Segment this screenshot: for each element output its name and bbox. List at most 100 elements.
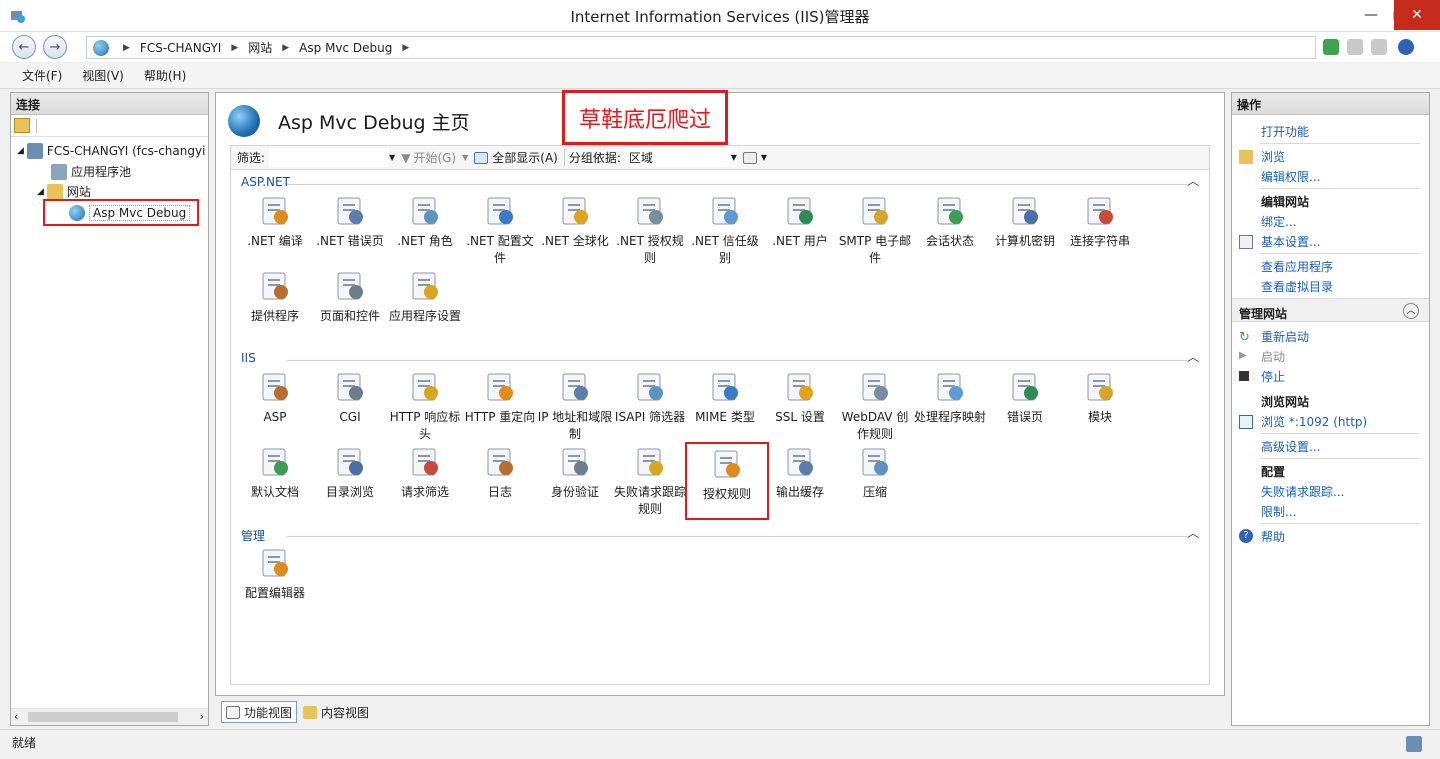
menu-help[interactable]: 帮助(H) [144,67,186,84]
action-restart[interactable]: 重新启动 [1261,328,1309,345]
action-bindings[interactable]: 绑定... [1261,213,1296,230]
tree-node-app-pools[interactable]: 应用程序池 [51,163,131,180]
breadcrumb-site[interactable]: Asp Mvc Debug [299,41,392,55]
feature-tile[interactable]: 输出缓存 [762,446,838,520]
feature-tile[interactable]: 压缩 [837,446,913,520]
collapse-icon[interactable]: ︿ [1403,303,1419,319]
feature-tile[interactable]: 处理程序映射 [912,371,988,445]
feature-tile[interactable]: 模块 [1062,371,1138,445]
new-connection-icon[interactable] [14,118,30,133]
feature-tile[interactable]: MIME 类型 [687,371,763,445]
action-help[interactable]: 帮助 [1261,528,1285,545]
home-icon[interactable] [1371,39,1387,55]
settings-icon [1239,235,1253,249]
feature-tile[interactable]: IP 地址和域限制 [537,371,613,445]
horizontal-scrollbar[interactable]: ‹ › [11,708,208,725]
view-mode-button[interactable]: ▼ [742,151,767,164]
feature-tile[interactable]: .NET 授权规则 [612,195,688,269]
feature-tile[interactable]: .NET 信任级别 [687,195,763,269]
feature-tile[interactable]: 页面和控件 [312,270,388,344]
action-basic-settings[interactable]: 基本设置... [1261,233,1320,250]
start-button[interactable]: ▼ 开始(G) [401,149,456,166]
breadcrumb-sites[interactable]: 网站 [248,39,272,56]
action-start[interactable]: 启动 [1261,348,1285,365]
feature-tile[interactable]: .NET 用户 [762,195,838,269]
tab-content-view[interactable]: 内容视图 [299,701,373,723]
section-header-manage[interactable]: 管理 ︿ [231,524,1209,545]
feature-tile[interactable]: ISAPI 筛选器 [612,371,688,445]
section-header-iis[interactable]: IIS ︿ [231,348,1209,369]
feature-tile[interactable]: 连接字符串 [1062,195,1138,269]
feature-tile[interactable]: 应用程序设置 [387,270,463,344]
collapse-icon[interactable]: ︿ [1187,524,1199,541]
feature-tile[interactable]: 默认文档 [237,446,313,520]
feature-tile[interactable]: 会话状态 [912,195,988,269]
action-limits[interactable]: 限制... [1261,503,1296,520]
tree-node-site[interactable]: Asp Mvc Debug [43,199,199,226]
menu-file[interactable]: 文件(F) [22,67,62,84]
tree-node-sites[interactable]: ◢ 网站 [37,183,91,200]
feature-tile[interactable]: SSL 设置 [762,371,838,445]
expand-arrow-icon[interactable]: ◢ [37,187,44,197]
feature-tile[interactable]: WebDAV 创作规则 [837,371,913,445]
feature-tile[interactable]: 身份验证 [537,446,613,520]
feature-tile[interactable]: ASP [237,371,313,445]
feature-icon [484,371,516,403]
section-header-aspnet[interactable]: ASP.NET ︿ [231,172,1209,193]
scroll-thumb[interactable] [28,712,178,722]
feature-tile[interactable]: 请求筛选 [387,446,463,520]
tab-features-view[interactable]: 功能视图 [221,701,298,723]
filter-dropdown-icon[interactable]: ▼ [389,153,395,162]
breadcrumb-server[interactable]: FCS-CHANGYI [140,41,221,55]
feature-tile[interactable]: .NET 角色 [387,195,463,269]
action-edit-permissions[interactable]: 编辑权限... [1261,168,1320,185]
action-browse-port[interactable]: 浏览 *:1092 (http) [1261,413,1367,430]
action-stop[interactable]: 停止 [1261,368,1285,385]
collapse-icon[interactable]: ︿ [1187,172,1199,189]
feature-tile[interactable]: 授权规则 [685,442,769,520]
action-browse[interactable]: 浏览 [1261,148,1285,165]
feature-tile[interactable]: HTTP 响应标头 [387,371,463,445]
show-all-button[interactable]: 全部显示(A) [474,149,558,166]
forward-button[interactable]: → [43,35,67,59]
scroll-left-icon[interactable]: ‹ [14,710,18,723]
funnel-icon: ▼ [401,150,411,165]
browse-site-heading: 浏览网站 [1261,395,1310,409]
group-by-select[interactable]: 区域 ▼ [624,148,737,167]
feature-tile[interactable]: 计算机密钥 [987,195,1063,269]
filter-input[interactable] [269,148,390,167]
feature-tile[interactable]: .NET 全球化 [537,195,613,269]
feature-tile[interactable]: HTTP 重定向 [462,371,538,445]
action-failed-request-tracing[interactable]: 失败请求跟踪... [1261,483,1344,500]
action-advanced-settings[interactable]: 高级设置... [1261,438,1320,455]
feature-tile[interactable]: 错误页 [987,371,1063,445]
action-open-feature[interactable]: 打开功能 [1261,123,1309,140]
close-button[interactable]: ✕ [1394,0,1440,30]
tree-node-server[interactable]: ◢ FCS-CHANGYI (fcs-changyi [17,143,205,159]
feature-tile[interactable]: .NET 配置文件 [462,195,538,269]
feature-tile[interactable]: 日志 [462,446,538,520]
feature-tile[interactable]: .NET 错误页 [312,195,388,269]
feature-tile[interactable]: SMTP 电子邮件 [837,195,913,269]
collapse-icon[interactable]: ︿ [1187,348,1199,365]
back-button[interactable]: ← [12,35,36,59]
start-dropdown-icon[interactable]: ▼ [462,153,468,162]
scroll-right-icon[interactable]: › [200,710,204,723]
feature-tile[interactable]: 提供程序 [237,270,313,344]
feature-tile[interactable]: 配置编辑器 [237,547,313,621]
feature-tile[interactable]: .NET 编译 [237,195,313,269]
feature-tile[interactable]: CGI [312,371,388,445]
expand-arrow-icon[interactable]: ◢ [17,146,24,156]
manage-site-header[interactable]: 管理网站 ︿ [1232,298,1429,322]
sites-label: 网站 [66,185,91,199]
action-view-applications[interactable]: 查看应用程序 [1261,258,1333,275]
menu-view[interactable]: 视图(V) [82,67,124,84]
help-icon[interactable] [1398,39,1414,55]
feature-icon [784,195,816,227]
stop-icon[interactable] [1347,39,1363,55]
feature-tile[interactable]: 目录浏览 [312,446,388,520]
address-bar[interactable]: ▶ FCS-CHANGYI ▶ 网站 ▶ Asp Mvc Debug ▶ [86,36,1316,59]
action-view-virtual-dirs[interactable]: 查看虚拟目录 [1261,278,1333,295]
feature-tile[interactable]: 失败请求跟踪规则 [612,446,688,520]
refresh-icon[interactable] [1323,39,1339,55]
